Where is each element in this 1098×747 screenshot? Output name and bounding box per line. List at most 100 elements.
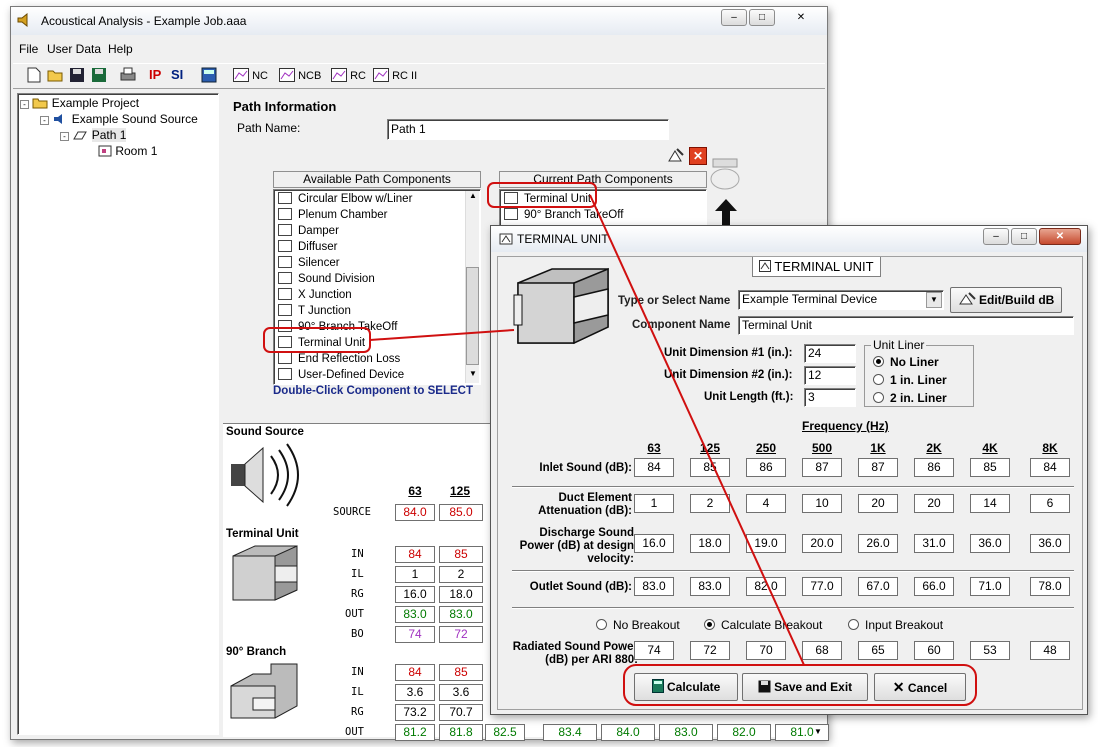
edit-path-icon[interactable] — [667, 147, 685, 166]
available-item[interactable]: Terminal Unit — [278, 336, 365, 349]
dialog-value-input[interactable]: 2 — [690, 494, 730, 513]
report-scroll-down[interactable]: ▼ — [811, 727, 825, 737]
dialog-value-input[interactable]: 86 — [746, 458, 786, 477]
available-item[interactable]: X Junction — [278, 288, 352, 301]
breakout-input[interactable]: Input Breakout — [848, 618, 943, 632]
dialog-value-input[interactable]: 6 — [1030, 494, 1070, 513]
dialog-value-input[interactable]: 19.0 — [746, 534, 786, 553]
dialog-value-input[interactable]: 26.0 — [858, 534, 898, 553]
available-components-list[interactable]: Circular Elbow w/Liner Plenum Chamber Damp… — [273, 189, 481, 385]
dialog-value-input[interactable]: 31.0 — [914, 534, 954, 553]
radiated-value[interactable]: 70 — [746, 641, 786, 660]
radiated-value[interactable]: 48 — [1030, 641, 1070, 660]
dialog-value-input[interactable]: 85 — [690, 458, 730, 477]
open-icon[interactable] — [47, 67, 65, 87]
path-name-input[interactable]: Path 1 — [387, 119, 669, 140]
available-item[interactable]: Plenum Chamber — [278, 208, 387, 221]
length-input[interactable]: 3 — [804, 388, 856, 407]
radiated-value[interactable]: 72 — [690, 641, 730, 660]
nc-chart-button[interactable]: NC — [233, 66, 268, 86]
save-icon[interactable] — [69, 67, 85, 87]
dialog-value-input[interactable]: 36.0 — [970, 534, 1010, 553]
radiated-value[interactable]: 53 — [970, 641, 1010, 660]
si-units-button[interactable]: SI — [171, 65, 183, 85]
rc-chart-button[interactable]: RC — [331, 66, 366, 86]
dialog-value-input[interactable]: 18.0 — [690, 534, 730, 553]
liner-option-1in[interactable]: 1 in. Liner — [873, 373, 947, 387]
menu-help[interactable]: Help — [108, 42, 133, 56]
breakout-calculate[interactable]: Calculate Breakout — [704, 618, 822, 632]
edit-build-db-button[interactable]: Edit/Build dB — [950, 287, 1062, 313]
dialog-value-input[interactable]: 16.0 — [634, 534, 674, 553]
dialog-value-input[interactable]: 83.0 — [690, 577, 730, 596]
breakout-no[interactable]: No Breakout — [596, 618, 680, 632]
current-item-terminal-unit[interactable]: Terminal Unit — [504, 192, 591, 205]
radiated-value[interactable]: 74 — [634, 641, 674, 660]
close-button[interactable]: ✕ — [781, 9, 821, 26]
save-exit-button[interactable]: Save and Exit — [742, 673, 868, 701]
dialog-value-input[interactable]: 20 — [914, 494, 954, 513]
dialog-value-input[interactable]: 82.0 — [746, 577, 786, 596]
dialog-close-button[interactable]: ✕ — [1039, 228, 1081, 245]
dialog-minimize-button[interactable]: – — [983, 228, 1009, 245]
dialog-value-input[interactable]: 77.0 — [802, 577, 842, 596]
dialog-value-input[interactable]: 20 — [858, 494, 898, 513]
dialog-value-input[interactable]: 20.0 — [802, 534, 842, 553]
print-icon[interactable] — [119, 67, 137, 87]
dim1-input[interactable]: 24 — [804, 344, 856, 363]
cancel-button[interactable]: ✕ Cancel — [874, 673, 966, 701]
chevron-down-icon[interactable]: ▼ — [926, 292, 942, 308]
dialog-tab[interactable]: TERMINAL UNIT — [752, 257, 881, 277]
project-tree[interactable]: - Example Project - Example Sound Source… — [17, 93, 219, 735]
dialog-value-input[interactable]: 1 — [634, 494, 674, 513]
menu-file[interactable]: File — [19, 42, 38, 56]
dialog-value-input[interactable]: 4 — [746, 494, 786, 513]
radiated-value[interactable]: 65 — [858, 641, 898, 660]
dialog-value-input[interactable]: 78.0 — [1030, 577, 1070, 596]
minimize-button[interactable]: – — [721, 9, 747, 26]
dialog-maximize-button[interactable]: □ — [1011, 228, 1037, 245]
liner-option-2in[interactable]: 2 in. Liner — [873, 391, 947, 405]
dialog-value-input[interactable]: 83.0 — [634, 577, 674, 596]
tree-node-project[interactable]: - Example Project — [20, 96, 139, 110]
current-item-branch[interactable]: 90° Branch TakeOff — [504, 208, 623, 221]
tree-node-room[interactable]: Room 1 — [98, 144, 157, 158]
available-item[interactable]: Sound Division — [278, 272, 375, 285]
radiated-value[interactable]: 60 — [914, 641, 954, 660]
menu-user-data[interactable]: User Data — [47, 42, 101, 56]
available-item[interactable]: End Reflection Loss — [278, 352, 400, 365]
available-item[interactable]: T Junction — [278, 304, 351, 317]
new-icon[interactable] — [27, 67, 41, 87]
tree-node-path[interactable]: - Path 1 — [60, 128, 127, 142]
component-name-input[interactable]: Terminal Unit — [738, 316, 1074, 335]
dialog-value-input[interactable]: 84 — [634, 458, 674, 477]
dialog-value-input[interactable]: 87 — [858, 458, 898, 477]
tree-node-source[interactable]: - Example Sound Source — [40, 112, 198, 126]
available-item[interactable]: Damper — [278, 224, 339, 237]
dialog-value-input[interactable]: 66.0 — [914, 577, 954, 596]
maximize-button[interactable]: □ — [749, 9, 775, 26]
available-item[interactable]: Circular Elbow w/Liner — [278, 192, 412, 205]
available-item[interactable]: User-Defined Device — [278, 368, 404, 381]
dialog-value-input[interactable]: 85 — [970, 458, 1010, 477]
dialog-value-input[interactable]: 10 — [802, 494, 842, 513]
ncb-chart-button[interactable]: NCB — [279, 66, 321, 86]
radiated-value[interactable]: 68 — [802, 641, 842, 660]
dialog-value-input[interactable]: 84 — [1030, 458, 1070, 477]
type-name-select[interactable]: Example Terminal Device ▼ — [738, 290, 944, 310]
dialog-value-input[interactable]: 14 — [970, 494, 1010, 513]
calculate-button[interactable]: Calculate — [634, 673, 738, 701]
dialog-value-input[interactable]: 71.0 — [970, 577, 1010, 596]
dialog-value-input[interactable]: 87 — [802, 458, 842, 477]
available-item[interactable]: Silencer — [278, 256, 340, 269]
list-scrollbar[interactable]: ▲ ▼ — [465, 191, 479, 383]
dialog-value-input[interactable]: 36.0 — [1030, 534, 1070, 553]
save-all-icon[interactable] — [91, 67, 109, 87]
dialog-value-input[interactable]: 67.0 — [858, 577, 898, 596]
available-item[interactable]: Diffuser — [278, 240, 337, 253]
current-components-list[interactable]: Terminal Unit 90° Branch TakeOff — [499, 189, 707, 229]
rc2-chart-button[interactable]: RC II — [373, 66, 417, 86]
available-item[interactable]: 90° Branch TakeOff — [278, 320, 397, 333]
liner-option-none[interactable]: No Liner — [873, 355, 939, 369]
calculator-icon[interactable] — [201, 67, 217, 87]
